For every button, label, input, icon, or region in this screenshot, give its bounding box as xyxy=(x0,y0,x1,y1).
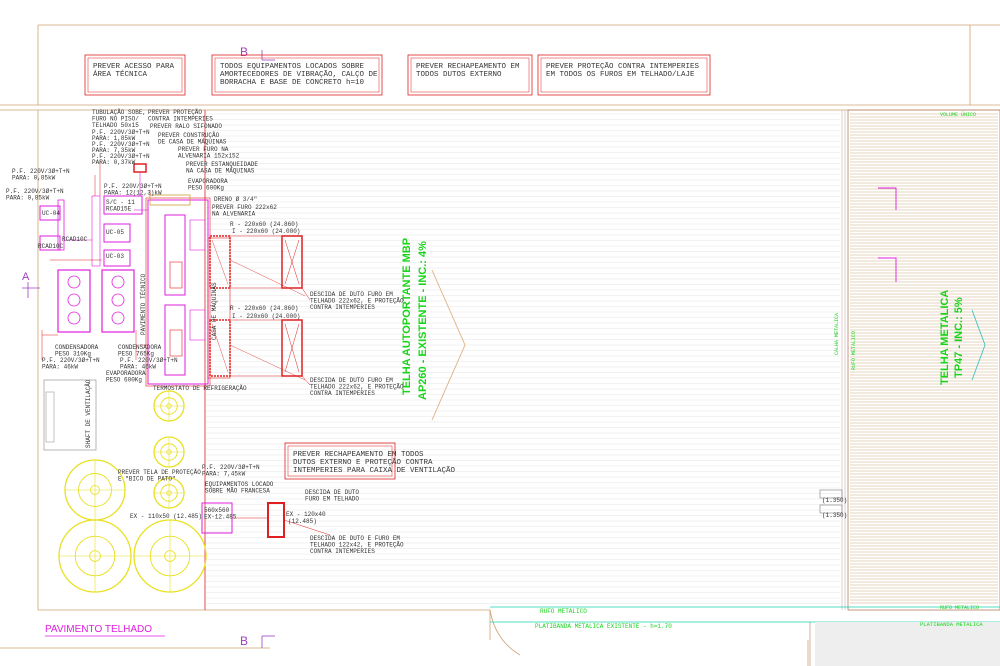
prever-furo2-label: NA ALVENARIA xyxy=(212,211,256,218)
descida-duto-label: FURO EM TELHADO xyxy=(305,496,359,503)
roof-main-label-1: TELHA AUTOPORTANTE MBP xyxy=(401,238,413,395)
dreno-label: DRENO Ø 3/4" xyxy=(214,196,257,203)
pf-top-label: PARA: 0,37kW xyxy=(92,159,136,166)
termostato-label: TERMOSTATO DE REFRIGERAÇÃO xyxy=(153,385,247,392)
top-right-label: VOLUME ÚNICO xyxy=(940,111,976,118)
sc-label: RCAD15E xyxy=(106,206,132,213)
roof-main-label-2: AP260 - EXISTENTE - INC.: 4% xyxy=(417,241,429,400)
platibanda-right-label: PLATIBANDA METALICA xyxy=(920,621,983,628)
uc1-label: UC-04 xyxy=(42,210,60,217)
note-box-2: TODOS EQUIPAMENTOS LOCADOS SOBREAMORTECE… xyxy=(211,54,383,96)
right-roof-marks xyxy=(878,187,897,282)
pavimento-tecnico-label: PAVIMENTO TÉCNICO xyxy=(140,273,147,335)
exhaust-fan-6 xyxy=(133,519,207,593)
exhaust-fan-3 xyxy=(153,477,185,509)
equip-locado-label: SOBRE MÃO FRANCESA xyxy=(205,488,270,495)
vent-box-label: EX-12.485 xyxy=(204,514,237,521)
note-line: PREVER ACESSO PARA xyxy=(93,63,175,71)
note-line: TODOS EQUIPAMENTOS LOCADOS SOBRE xyxy=(220,63,365,71)
pf-left2-label: PARA: 0,85kW xyxy=(6,195,50,202)
descida2-label: CONTRA INTEMPERIES xyxy=(310,390,375,397)
shaft-label: SHAFT DE VENTILAÇÃO xyxy=(85,379,92,448)
elev-tag-1: (1.350) xyxy=(822,497,847,504)
pf-left1-label: PARA: 0,85kW xyxy=(12,175,56,182)
ex1-label: EX - 110x50 (12.485) xyxy=(130,513,202,520)
roof-main-hatch xyxy=(206,113,840,604)
note-line: PREVER PROTEÇÃO CONTRA INTEMPERIES xyxy=(546,62,700,71)
condenser-1 xyxy=(57,269,91,333)
exhaust-fan-4 xyxy=(64,459,126,521)
roof-floor-plan-drawing: B B A PREVER ACESSO PARAÁREA TÉCNICA TODO… xyxy=(0,24,1000,666)
ex2b-label: (12.485) xyxy=(288,518,317,525)
casa-maquinas-label: CASA DE MÁQUINAS xyxy=(211,282,218,340)
note-line: PREVER RECHAPEAMENTO EM xyxy=(416,63,520,71)
prever-estanqueidade-label: NA CASA DE MÁQUINAS xyxy=(186,168,255,175)
rufo-vertical-label: RUFO METALICO xyxy=(851,331,857,370)
shaft-panel: SHAFT DE VENTILAÇÃO xyxy=(43,379,97,451)
note-box-3: PREVER RECHAPEAMENTO EMTODOS DUTOS EXTER… xyxy=(407,54,533,96)
note-line: DUTOS EXTERNO E PROTEÇÃO CONTRA xyxy=(293,458,433,467)
roof-right-label-1: TELHA METALICA xyxy=(939,290,951,385)
uc3-label: UC-03 xyxy=(106,253,124,260)
note-line: AMORTECEDORES DE VIBRAÇÃO, CALÇO DE xyxy=(220,70,378,79)
section-a-label: A xyxy=(22,271,30,283)
note-box-4: PREVER PROTEÇÃO CONTRA INTEMPERIESEM TOD… xyxy=(537,54,711,96)
duct2a-label: R - 220x60 (24.860) xyxy=(230,305,298,312)
exhaust-fan-2 xyxy=(153,436,185,468)
note-line: ÁREA TÉCNICA xyxy=(93,70,148,79)
right-bottom-patch xyxy=(815,622,1000,666)
prever-tela-label: E "BICO DE PATO" xyxy=(118,476,176,483)
pf-cond1-label: PARA: 46kW xyxy=(42,364,78,371)
note-box-5: PREVER RECHAPEAMENTO EM TODOSDUTOS EXTER… xyxy=(284,442,456,480)
duct1a-label: R - 220x60 (24.860) xyxy=(230,221,298,228)
prever-construcao-label: DE CASA DE MÁQUINAS xyxy=(158,139,227,146)
platibanda-label: PLATIBANDA METALICA EXISTENTE - h=1.70 xyxy=(535,623,672,630)
note-line: INTEMPERIES PARA CAIXA DE VENTILAÇÃO xyxy=(293,466,456,475)
note-line: TODOS DUTOS EXTERNO xyxy=(416,71,502,79)
rc1-label: RCAD10C xyxy=(62,236,88,243)
exhaust-fan-1 xyxy=(153,390,185,422)
elev-tag-2: (1.350) xyxy=(822,512,847,519)
note-line: BORRACHA E BASE DE CONCRETO h=10 xyxy=(220,79,365,87)
section-b-bottom: B xyxy=(240,634,248,648)
duct2b-label: I - 220x60 (24.000) xyxy=(232,313,300,320)
note-line: EM TODOS OS FUROS EM TELHADO/LAJE xyxy=(546,71,695,79)
evap2-label: PESO 600Kg xyxy=(106,377,142,384)
tubulacao-label: TELHADO 50x15 xyxy=(92,122,139,129)
note-line: PREVER RECHAPEAMENTO EM TODOS xyxy=(293,451,424,459)
descida3-label: CONTRA INTEMPERIES xyxy=(310,548,375,555)
pf-bottom-label: PARA: 7,45kW xyxy=(202,471,246,478)
roof-right-hatch xyxy=(850,113,998,604)
descida1-label: CONTRA INTEMPERIES xyxy=(310,304,375,311)
pf-mid-label: PARA: 12(12,3)kW xyxy=(104,190,162,197)
rufo-bottom-label: RUFO METALICO xyxy=(540,608,587,615)
prever-furo-label: ALVENARIA 152x152 xyxy=(178,153,240,160)
condenser-2 xyxy=(101,269,135,333)
exhaust-fans xyxy=(58,390,207,593)
section-b-top: B xyxy=(240,45,248,59)
section-b-line xyxy=(261,50,275,648)
exhaust-fan-5 xyxy=(58,519,132,593)
duct1b-label: I - 220x60 (24.000) xyxy=(232,228,300,235)
ex2-label: EX - 120x40 xyxy=(286,511,326,518)
rc2-label: RCAD10C xyxy=(38,243,64,250)
section-a-mark xyxy=(22,282,40,298)
note-box-1: PREVER ACESSO PARAÁREA TÉCNICA xyxy=(84,54,186,96)
evap1-label: PESO 600Kg xyxy=(188,185,224,192)
uc2-label: UC-05 xyxy=(106,229,124,236)
drawing-title: PAVIMENTO TELHADO xyxy=(45,624,152,635)
rufo-right-bottom-label: RUFO METALICO xyxy=(940,605,979,611)
prever-ralo-label: PREVER RALO SIFONADO xyxy=(150,123,222,130)
calha-label: CALHA METALICA xyxy=(834,313,840,355)
roof-right-label-2: TP47 - INC.: 5% xyxy=(953,297,965,378)
prever-protecao-label: CONTRA INTEMPERIES xyxy=(148,116,213,123)
